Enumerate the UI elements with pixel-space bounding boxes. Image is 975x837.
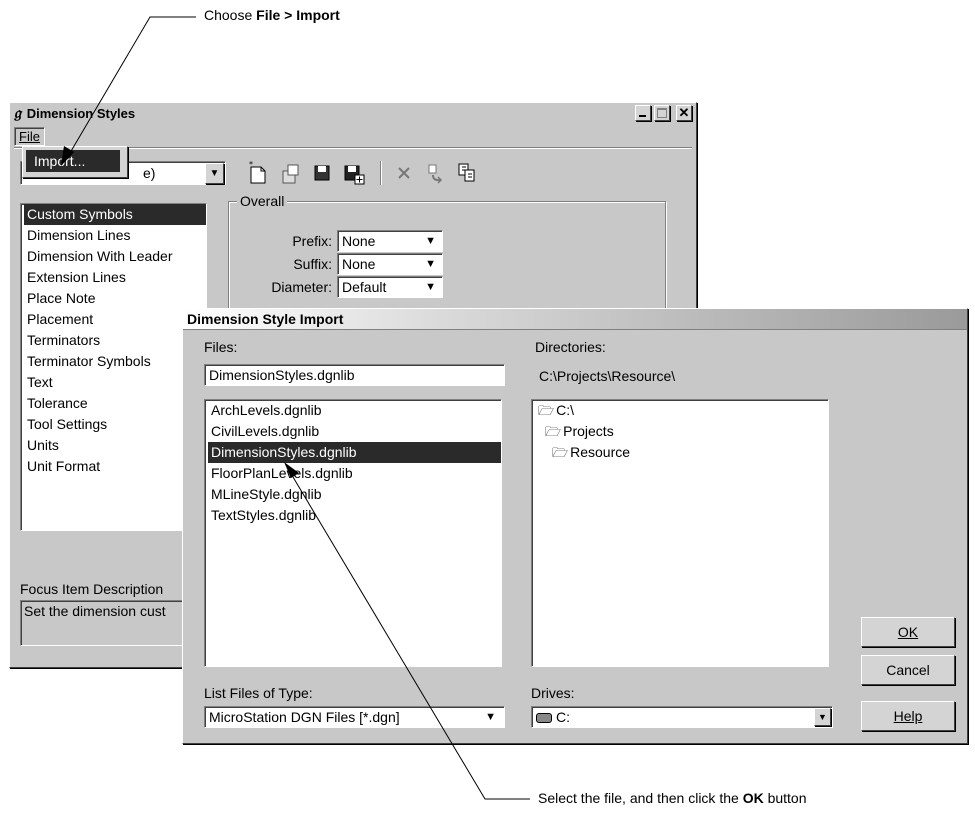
bottom-callout-line [289,471,530,800]
bottom-callout-arrowhead [284,462,299,478]
callout-bottom: Select the file, and then click the OK b… [538,790,807,806]
top-callout-line [66,16,196,159]
callout-lines [61,16,530,800]
